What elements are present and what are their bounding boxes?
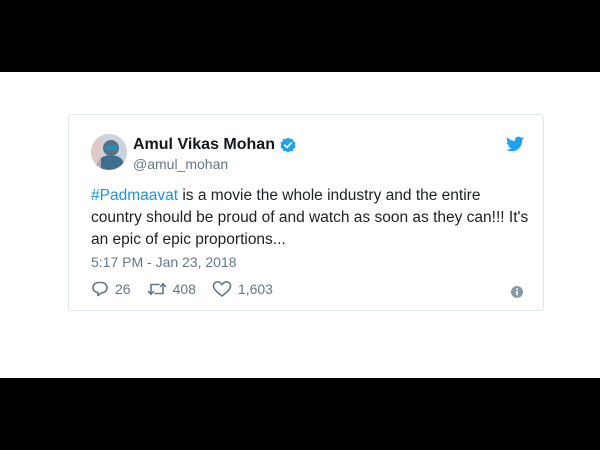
tweet-timestamp[interactable]: 5:17 PM - Jan 23, 2018 — [91, 254, 237, 270]
like-icon — [212, 281, 232, 297]
twitter-bird-icon[interactable] — [506, 136, 524, 154]
author-row: Amul Vikas Mohan — [133, 136, 296, 154]
page-background: Amul Vikas Mohan @amul_mohan #Padmaavat … — [0, 72, 600, 378]
reply-button[interactable]: 26 — [91, 280, 131, 298]
avatar[interactable] — [91, 134, 127, 170]
verified-badge-icon — [280, 137, 296, 153]
like-button[interactable]: 1,603 — [212, 280, 273, 298]
hashtag-link[interactable]: #Padmaavat — [91, 187, 178, 204]
action-bar: 26 408 1,603 — [91, 280, 289, 298]
retweet-count: 408 — [172, 281, 196, 297]
like-count: 1,603 — [237, 281, 273, 297]
display-name[interactable]: Amul Vikas Mohan — [133, 136, 275, 154]
info-icon[interactable] — [511, 285, 523, 298]
tweet-card: Amul Vikas Mohan @amul_mohan #Padmaavat … — [68, 114, 544, 311]
reply-count: 26 — [115, 281, 131, 297]
tweet-text: #Padmaavat is a movie the whole industry… — [91, 185, 531, 251]
retweet-button[interactable]: 408 — [147, 280, 196, 298]
retweet-icon — [147, 283, 166, 295]
author-handle[interactable]: @amul_mohan — [133, 156, 228, 172]
reply-icon — [92, 281, 108, 297]
